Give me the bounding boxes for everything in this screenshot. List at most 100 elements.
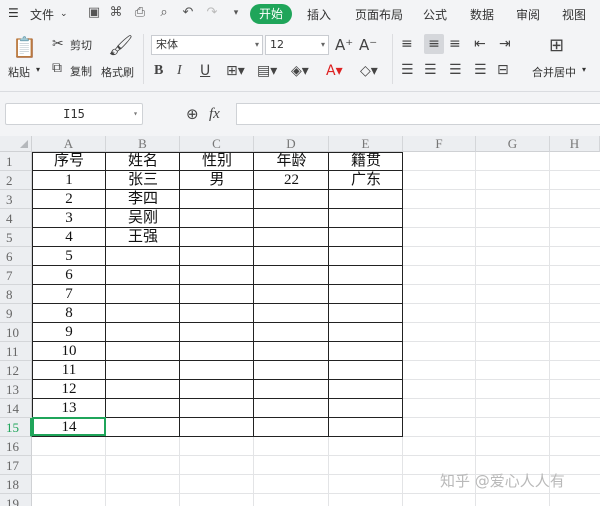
merge-center-button[interactable]: 合并居中 <box>532 64 576 80</box>
data-cell[interactable] <box>180 190 254 209</box>
print-icon[interactable]: ⎙ <box>132 5 148 21</box>
select-all-corner[interactable] <box>0 136 32 152</box>
data-cell[interactable]: 8 <box>32 304 106 323</box>
data-cell[interactable] <box>329 190 403 209</box>
tab-page-layout[interactable]: 页面布局 <box>355 6 403 23</box>
data-cell[interactable] <box>106 323 180 342</box>
data-cell[interactable] <box>180 304 254 323</box>
data-cell[interactable] <box>329 418 403 437</box>
row-header-10[interactable]: 10 <box>0 323 32 342</box>
justify-icon[interactable]: ☰ <box>474 62 487 78</box>
data-cell[interactable]: 1 <box>32 171 106 190</box>
data-cell[interactable] <box>254 247 329 266</box>
data-cell[interactable]: 11 <box>32 361 106 380</box>
data-cell[interactable] <box>106 361 180 380</box>
name-box[interactable]: I15 ▾ <box>5 103 143 125</box>
row-header-19[interactable]: 19 <box>0 494 32 506</box>
data-cell[interactable]: 4 <box>32 228 106 247</box>
row-header-11[interactable]: 11 <box>0 342 32 361</box>
align-right-icon[interactable]: ☰ <box>449 62 462 78</box>
align-center-icon[interactable]: ☰ <box>424 62 437 78</box>
data-cell[interactable]: 5 <box>32 247 106 266</box>
increase-font-icon[interactable]: A⁺ <box>335 37 353 53</box>
data-cell[interactable] <box>329 361 403 380</box>
data-cell[interactable]: 22 <box>254 171 329 190</box>
tab-view[interactable]: 视图 <box>562 6 586 23</box>
align-middle-icon[interactable]: ≡ <box>424 34 444 54</box>
tab-home[interactable]: 开始 <box>250 4 292 24</box>
data-cell[interactable] <box>329 285 403 304</box>
row-header-7[interactable]: 7 <box>0 266 32 285</box>
data-cell[interactable] <box>254 323 329 342</box>
header-cell[interactable]: 籍贯 <box>329 152 403 171</box>
data-cell[interactable] <box>180 399 254 418</box>
column-header-d[interactable]: D <box>254 136 329 152</box>
indent-increase-icon[interactable]: ⇥ <box>499 36 511 52</box>
paste-button[interactable]: 粘贴 <box>8 64 30 80</box>
data-cell[interactable] <box>254 266 329 285</box>
indent-decrease-icon[interactable]: ⇤ <box>474 36 486 52</box>
column-header-a[interactable]: A <box>32 136 106 152</box>
zoom-icon[interactable]: ⊕ <box>186 106 199 122</box>
data-cell[interactable] <box>106 342 180 361</box>
data-cell[interactable] <box>254 285 329 304</box>
data-cell[interactable] <box>254 380 329 399</box>
row-header-17[interactable]: 17 <box>0 456 32 475</box>
row-header-5[interactable]: 5 <box>0 228 32 247</box>
fill-color-icon[interactable]: ◈▾ <box>291 63 309 79</box>
data-cell[interactable] <box>106 418 180 437</box>
data-cell[interactable] <box>106 380 180 399</box>
column-header-e[interactable]: E <box>329 136 403 152</box>
copy-icon[interactable]: ⧉ <box>52 60 62 76</box>
data-cell[interactable] <box>106 399 180 418</box>
align-left-icon[interactable]: ☰ <box>401 62 414 78</box>
row-header-16[interactable]: 16 <box>0 437 32 456</box>
bold-icon[interactable]: B <box>154 63 163 79</box>
data-cell[interactable]: 9 <box>32 323 106 342</box>
decrease-font-icon[interactable]: A⁻ <box>359 37 377 53</box>
merge-dropdown-icon[interactable]: ▾ <box>582 65 586 74</box>
paste-icon[interactable]: 📋 <box>12 36 37 58</box>
font-size-select[interactable]: 12 ▾ <box>265 35 329 55</box>
data-cell[interactable] <box>180 228 254 247</box>
column-header-g[interactable]: G <box>476 136 550 152</box>
row-header-3[interactable]: 3 <box>0 190 32 209</box>
data-cell[interactable] <box>254 399 329 418</box>
file-menu[interactable]: 文件 <box>30 6 54 23</box>
data-cell[interactable] <box>106 266 180 285</box>
data-cell[interactable] <box>180 418 254 437</box>
cut-button[interactable]: 剪切 <box>70 37 92 53</box>
data-cell[interactable] <box>180 247 254 266</box>
data-cell[interactable]: 6 <box>32 266 106 285</box>
data-cell[interactable]: 李四 <box>106 190 180 209</box>
redo-icon[interactable]: ↷ <box>204 5 220 21</box>
data-cell[interactable] <box>254 418 329 437</box>
cell-style-icon[interactable]: ▤▾ <box>257 63 277 79</box>
data-cell[interactable] <box>180 380 254 399</box>
data-cell[interactable] <box>106 304 180 323</box>
data-cell[interactable] <box>329 380 403 399</box>
data-cell[interactable]: 广东 <box>329 171 403 190</box>
clear-format-icon[interactable]: ◇▾ <box>360 63 378 79</box>
header-cell[interactable]: 姓名 <box>106 152 180 171</box>
row-header-8[interactable]: 8 <box>0 285 32 304</box>
data-cell[interactable]: 男 <box>180 171 254 190</box>
tab-insert[interactable]: 插入 <box>307 6 331 23</box>
column-header-b[interactable]: B <box>106 136 180 152</box>
row-header-9[interactable]: 9 <box>0 304 32 323</box>
data-cell[interactable] <box>254 228 329 247</box>
column-header-f[interactable]: F <box>403 136 476 152</box>
data-cell[interactable]: 12 <box>32 380 106 399</box>
header-cell[interactable]: 序号 <box>32 152 106 171</box>
header-cell[interactable]: 性别 <box>180 152 254 171</box>
data-cell[interactable] <box>180 209 254 228</box>
data-cell[interactable]: 3 <box>32 209 106 228</box>
save-icon[interactable]: ▣ <box>86 5 102 21</box>
data-cell[interactable] <box>254 190 329 209</box>
data-cell[interactable] <box>329 266 403 285</box>
data-cell[interactable] <box>329 323 403 342</box>
row-header-13[interactable]: 13 <box>0 380 32 399</box>
data-cell[interactable]: 张三 <box>106 171 180 190</box>
data-cell[interactable] <box>180 361 254 380</box>
formula-input[interactable] <box>236 103 600 125</box>
